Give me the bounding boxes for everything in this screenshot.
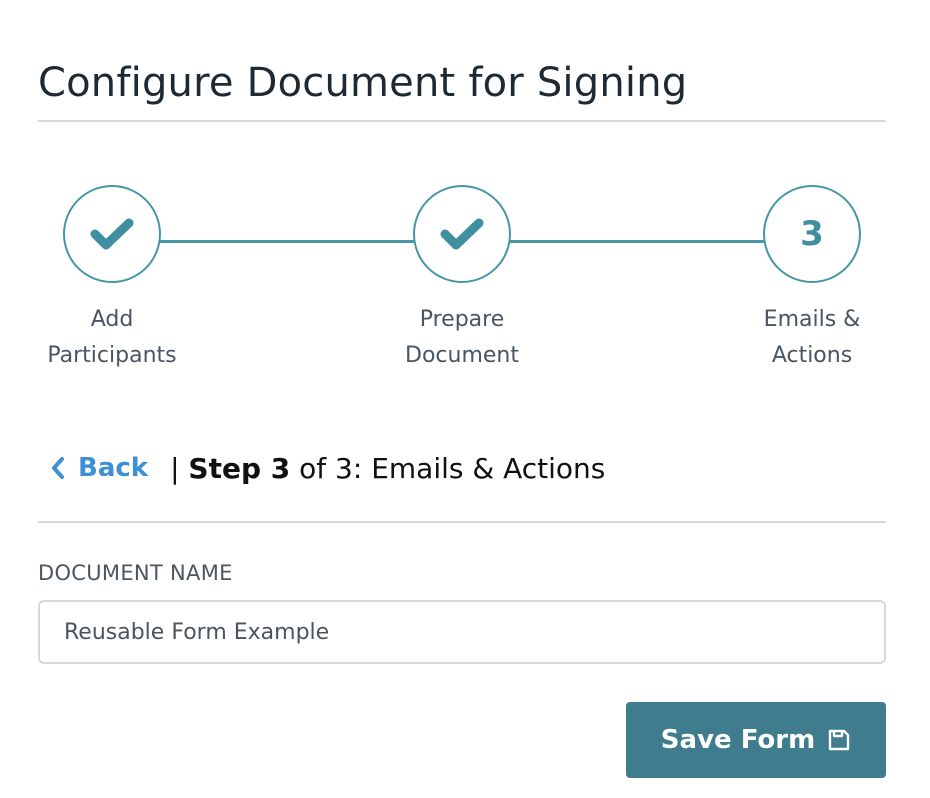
step-description: of 3: Emails & Actions <box>290 451 606 485</box>
page-title: Configure Document for Signing <box>38 60 688 106</box>
step-label-line: Actions <box>771 343 853 368</box>
title-divider <box>38 120 886 122</box>
step-1-label: Add Participants <box>12 302 212 374</box>
step-2-circle <box>413 185 511 283</box>
save-form-button[interactable]: Save Form <box>626 702 886 778</box>
step-current: Step 3 <box>188 451 291 485</box>
step-number: 3 <box>800 214 824 254</box>
step-1-circle <box>63 185 161 283</box>
document-name-label: DOCUMENT NAME <box>38 561 233 585</box>
step-label-line: Document <box>405 343 519 368</box>
chevron-left-icon <box>52 457 64 479</box>
step-label-line: Emails & <box>763 307 861 332</box>
step-3-circle: 3 <box>763 185 861 283</box>
floppy-disk-icon <box>828 729 850 751</box>
step-label-line: Prepare <box>419 307 505 332</box>
back-label: Back <box>78 453 149 483</box>
check-icon <box>440 218 484 250</box>
step-label-line: Participants <box>47 343 177 368</box>
step-label-line: Add <box>90 307 134 332</box>
step-2-label: Prepare Document <box>362 302 562 374</box>
document-name-input[interactable] <box>38 600 886 664</box>
step-separator: | <box>170 451 180 485</box>
step-connector-1 <box>160 240 414 243</box>
step-heading: | Step 3 of 3: Emails & Actions <box>170 452 605 485</box>
back-button[interactable]: Back <box>50 453 148 483</box>
check-icon <box>90 218 134 250</box>
step-connector-2 <box>510 240 764 243</box>
save-form-label: Save Form <box>660 725 816 755</box>
step-nav-row: Back | Step 3 of 3: Emails & Actions <box>50 448 605 488</box>
section-divider <box>38 521 886 523</box>
step-3-label: Emails & Actions <box>712 302 912 374</box>
